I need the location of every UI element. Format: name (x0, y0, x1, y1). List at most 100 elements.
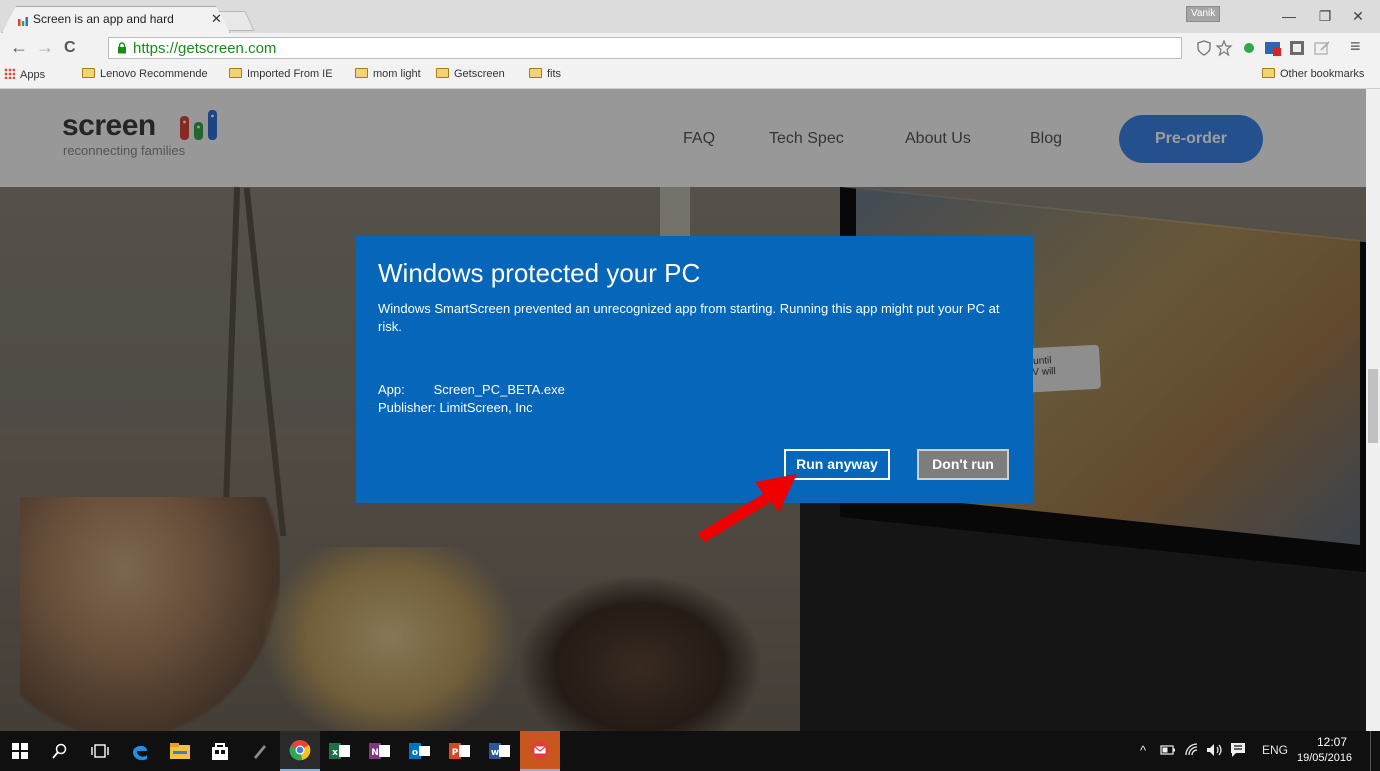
scrollbar-thumb[interactable] (1368, 369, 1378, 443)
pen-icon (254, 745, 266, 759)
bookmark-label: Lenovo Recommende (100, 68, 208, 80)
forward-button[interactable]: → (36, 37, 54, 58)
bookmark-label: Imported From IE (247, 68, 333, 80)
folder-icon (1262, 68, 1275, 78)
bookmark-folder[interactable]: Lenovo Recommende (82, 68, 208, 80)
taskbar-mail[interactable] (520, 731, 560, 771)
evernote-extension-icon[interactable] (1240, 39, 1258, 57)
bookmark-label: Getscreen (454, 68, 505, 80)
profile-badge[interactable]: Vanik (1186, 6, 1221, 22)
taskbar-edge[interactable] (120, 731, 160, 771)
windows-logo-icon (12, 743, 28, 759)
bookmark-label: Apps (20, 69, 46, 81)
window-close-button[interactable]: ✕ (1348, 8, 1368, 25)
taskbar-clock[interactable]: 12:07 19/05/2016 (1297, 734, 1353, 766)
bookmarks-bar: Apps Lenovo Recommende Imported From IE … (0, 63, 1380, 89)
folder-icon (436, 68, 449, 78)
address-bar[interactable]: https://getscreen.com (108, 37, 1182, 59)
show-desktop-button[interactable] (1370, 731, 1371, 771)
powerpoint-icon: P (449, 743, 470, 759)
bookmark-folder[interactable]: Getscreen (436, 68, 505, 80)
battery-icon[interactable] (1160, 744, 1176, 756)
minimize-button[interactable]: — (1279, 8, 1299, 24)
clock-time: 12:07 (1316, 735, 1347, 749)
dialog-publisher-row: Publisher: LimitScreen, Inc (378, 400, 533, 415)
edge-browser-icon (133, 745, 147, 761)
bookmark-folder[interactable]: fits (529, 68, 561, 80)
url-text: https://getscreen.com (133, 40, 277, 57)
dont-run-button[interactable]: Don't run (917, 449, 1009, 480)
bookmark-star-icon[interactable] (1215, 39, 1233, 57)
taskbar-pen-app[interactable] (240, 731, 280, 771)
folder-icon (229, 68, 242, 78)
bookmark-apps[interactable]: Apps (4, 68, 45, 81)
excel-icon: x (329, 743, 350, 759)
extension-badge-icon[interactable] (1264, 39, 1282, 57)
back-button[interactable]: ← (10, 37, 28, 58)
bookmark-label: Other bookmarks (1280, 68, 1365, 80)
lock-icon (118, 42, 126, 54)
volume-icon[interactable] (1206, 743, 1224, 757)
start-button[interactable] (0, 731, 40, 771)
smartscreen-dialog: Windows protected your PC Windows SmartS… (356, 236, 1033, 503)
taskbar-file-explorer[interactable] (160, 731, 200, 771)
taskbar-onenote[interactable]: N (360, 731, 400, 771)
svg-text:w: w (491, 748, 499, 758)
dialog-message: Windows SmartScreen prevented an unrecog… (378, 301, 1000, 334)
bookmark-label: fits (547, 68, 562, 80)
onenote-icon: N (369, 743, 390, 759)
windows-taskbar: x N o P w ^ ENG 12:07 19/05/2016 (0, 731, 1380, 771)
taskbar-store[interactable] (200, 731, 240, 771)
reload-button[interactable]: C (64, 39, 76, 57)
task-view-icon (91, 744, 109, 758)
publisher-label: Publisher: (378, 400, 436, 415)
search-icon (52, 743, 67, 759)
bookmark-label: mom light (373, 68, 421, 80)
svg-text:N: N (371, 748, 379, 758)
taskbar-outlook[interactable]: o (400, 731, 440, 771)
app-value: Screen_PC_BETA.exe (433, 382, 565, 397)
edit-extension-icon[interactable] (1313, 39, 1331, 57)
pocket-extension-icon[interactable] (1288, 39, 1306, 57)
mail-icon (531, 741, 549, 759)
apps-grid-icon (4, 68, 15, 79)
action-center-icon[interactable] (1230, 742, 1246, 758)
restore-button[interactable]: ❐ (1315, 8, 1335, 25)
clock-date: 19/05/2016 (1297, 752, 1353, 764)
bookmark-folder[interactable]: Imported From IE (229, 68, 333, 80)
taskbar-excel[interactable]: x (320, 731, 360, 771)
page-scrollbar[interactable] (1366, 89, 1380, 731)
browser-titlebar: Screen is an app and hard ✕ Vanik — ❐ ✕ (0, 0, 1380, 33)
dialog-title: Windows protected your PC (378, 258, 701, 288)
svg-text:x: x (332, 748, 338, 758)
store-bag-icon (212, 743, 228, 760)
search-button[interactable] (40, 731, 80, 771)
language-indicator[interactable]: ENG (1262, 743, 1288, 757)
svg-text:P: P (452, 748, 459, 758)
folder-icon (529, 68, 542, 78)
wifi-icon[interactable] (1184, 742, 1200, 758)
folder-icon (355, 68, 368, 78)
bookmark-folder[interactable]: mom light (355, 68, 421, 80)
tab-title: Screen is an app and hard (33, 12, 174, 26)
taskbar-powerpoint[interactable]: P (440, 731, 480, 771)
chrome-menu-icon[interactable]: ≡ (1350, 36, 1361, 57)
other-bookmarks[interactable]: Other bookmarks (1262, 68, 1364, 80)
outlook-icon: o (409, 743, 430, 759)
file-explorer-icon (170, 743, 190, 759)
chrome-icon (289, 740, 311, 761)
taskbar-chrome[interactable] (280, 731, 320, 771)
taskbar-word[interactable]: w (480, 731, 520, 771)
browser-tab[interactable]: Screen is an app and hard ✕ (2, 6, 230, 33)
task-view-button[interactable] (80, 731, 120, 771)
screen-favicon-icon (17, 15, 29, 27)
word-icon: w (489, 743, 510, 759)
dialog-app-row: App: Screen_PC_BETA.exe (378, 382, 565, 397)
browser-toolbar: ← → C https://getscreen.com ≡ (0, 33, 1380, 63)
folder-icon (82, 68, 95, 78)
red-arrow-icon (697, 474, 797, 542)
publisher-value: LimitScreen, Inc (439, 400, 533, 415)
tray-chevron-icon[interactable]: ^ (1140, 743, 1146, 758)
app-label: App: (378, 382, 405, 397)
shield-icon[interactable] (1195, 39, 1213, 57)
